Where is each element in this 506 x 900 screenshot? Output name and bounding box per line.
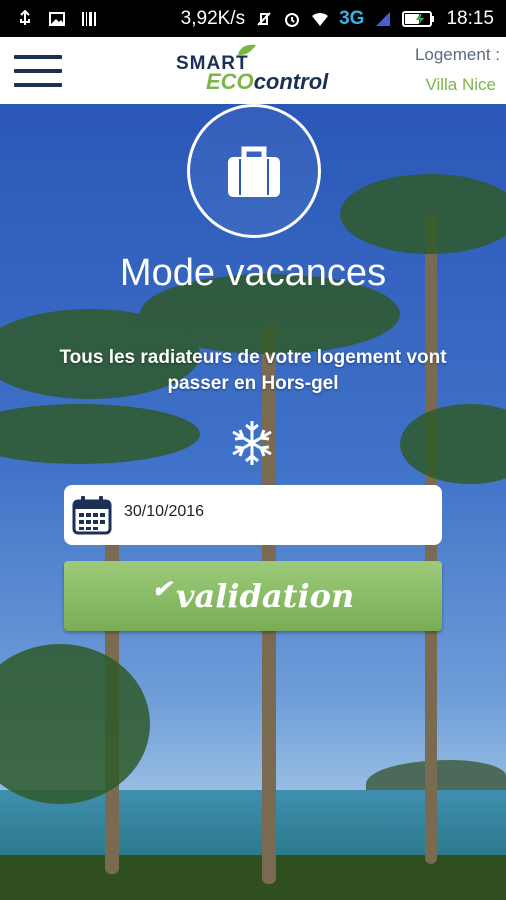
- network-type: 3G: [339, 7, 365, 29]
- network-speed: 3,92K/s: [180, 7, 246, 29]
- battery-charging-icon: [402, 10, 435, 27]
- clock: 18:15: [446, 7, 494, 29]
- mode-description: Tous les radiateurs de votre logement vo…: [59, 347, 447, 394]
- validation-button[interactable]: ✔ validation: [64, 561, 442, 631]
- image-icon: [49, 11, 65, 26]
- housing-selector[interactable]: Villa Nice: [425, 75, 496, 95]
- hamburger-menu-icon[interactable]: [14, 55, 62, 87]
- vibrate-off-icon: [257, 11, 271, 26]
- app-bar: SMART ECOcontrol Logement : Villa Nice: [0, 37, 506, 104]
- usb-icon: [20, 9, 30, 25]
- housing-label: Logement :: [414, 45, 500, 64]
- calendar-icon[interactable]: [72, 495, 112, 535]
- wifi-icon: [312, 12, 329, 26]
- mode-title: Mode vacances: [119, 252, 387, 294]
- status-bar: 3,92K/s 3G 18:15: [0, 0, 506, 37]
- barcode-icon: [82, 11, 96, 26]
- smart-eco-control-logo: SMART ECOcontrol: [176, 43, 332, 99]
- mode-icon-circle: [187, 104, 321, 238]
- suitcase-icon: [228, 146, 280, 197]
- date-field[interactable]: 30/10/2016: [64, 485, 442, 545]
- validation-label: validation: [175, 577, 355, 615]
- alarm-icon: [285, 12, 300, 27]
- snowflake-icon: [232, 421, 272, 465]
- check-icon: ✔: [151, 573, 172, 603]
- date-value: 30/10/2016: [124, 503, 205, 520]
- signal-icon: [376, 11, 391, 26]
